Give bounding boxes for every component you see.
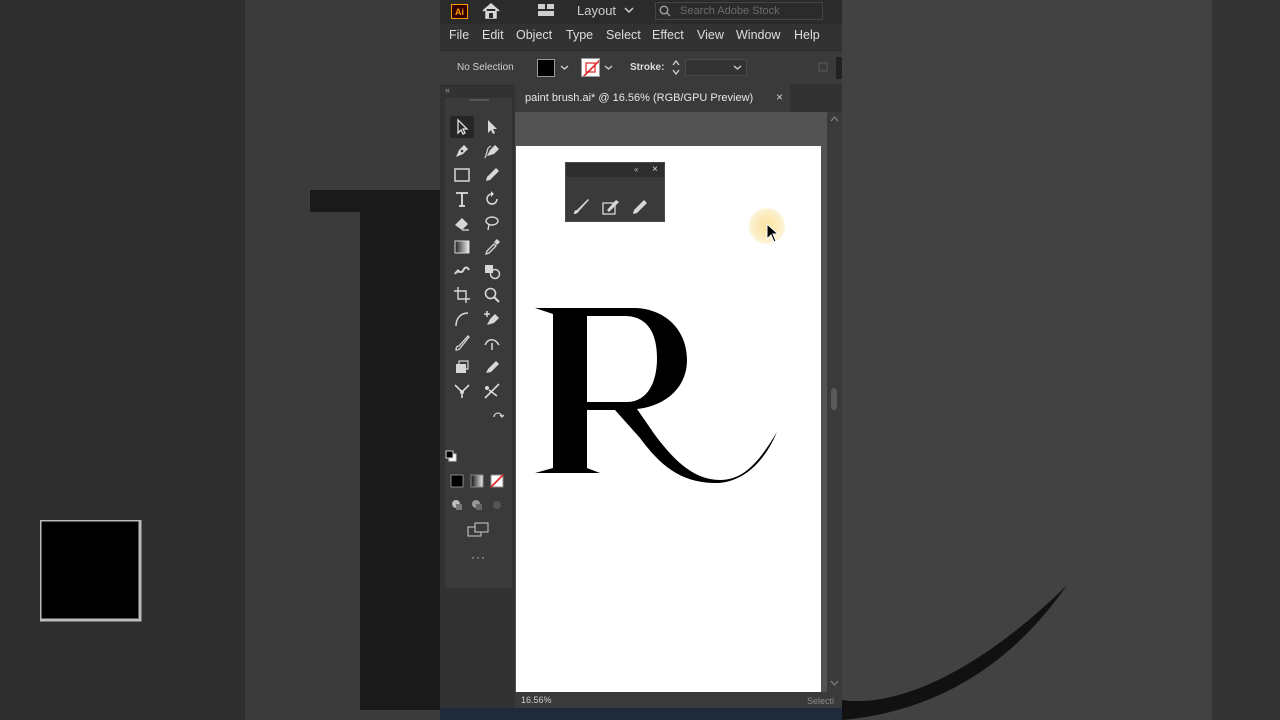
document-tabs: paint brush.ai* @ 16.56% (RGB/GPU Previe… (515, 84, 842, 112)
document-title: paint brush.ai* @ 16.56% (RGB/GPU Previe… (525, 92, 754, 104)
paintbrush-tool-icon[interactable] (450, 332, 474, 354)
paintbrush-icon[interactable] (571, 196, 591, 216)
free-transform-tool-icon[interactable] (450, 356, 474, 378)
zoom-level[interactable]: 16.56% (521, 695, 552, 705)
scissors-tool-icon[interactable] (480, 380, 504, 402)
document-tab[interactable]: paint brush.ai* @ 16.56% (RGB/GPU Previe… (515, 84, 790, 112)
lasso-tool-icon[interactable] (480, 212, 504, 234)
scrollbar-thumb[interactable] (831, 388, 837, 410)
screen-mode-icon[interactable] (467, 522, 489, 538)
menu-view[interactable]: View (697, 28, 724, 42)
gradient-tool-icon[interactable] (450, 236, 474, 258)
mouse-cursor-icon (766, 223, 780, 243)
blob-brush-tool-icon[interactable] (480, 356, 504, 378)
panel-grip (469, 99, 489, 101)
draw-inside-icon[interactable] (490, 498, 504, 512)
symbol-sprayer-tool-icon[interactable] (450, 380, 474, 402)
direct-selection-tool-icon[interactable] (480, 116, 504, 138)
selection-status: No Selection (457, 62, 514, 73)
menu-object[interactable]: Object (516, 28, 552, 42)
arc-tool-icon[interactable] (450, 308, 474, 330)
stroke-weight-stepper[interactable] (671, 58, 681, 77)
toolbar-collapse-icon[interactable]: « (445, 85, 450, 95)
panel-header[interactable]: « × (566, 163, 664, 177)
control-bar-edge (836, 57, 842, 79)
app-bar: Ai Layout Search Adobe Stock (440, 0, 842, 24)
menu-help[interactable]: Help (794, 28, 820, 42)
control-bar: No Selection Stroke: (440, 50, 842, 86)
add-anchor-tool-icon[interactable] (480, 308, 504, 330)
background-strip (1212, 0, 1280, 720)
selection-tool-icon[interactable] (450, 116, 474, 138)
home-icon[interactable] (481, 2, 501, 20)
pen-tool-icon[interactable] (450, 140, 474, 162)
search-icon (659, 5, 671, 17)
fill-swatch[interactable] (537, 59, 555, 77)
menu-bar: File Edit Object Type Select Effect View… (440, 24, 842, 48)
floating-brush-panel: « × (565, 162, 665, 222)
background-blur-left (0, 0, 440, 720)
none-mode-icon[interactable] (490, 474, 504, 488)
curvature-tool-icon[interactable] (480, 140, 504, 162)
none-color-icon (582, 59, 599, 76)
draw-normal-icon[interactable] (450, 498, 464, 512)
background-blur-right (842, 0, 1280, 720)
menu-file[interactable]: File (449, 28, 469, 42)
vertical-scrollbar[interactable] (827, 112, 842, 692)
background-fill-swatch (40, 520, 142, 622)
pencil-tool-icon[interactable] (480, 164, 504, 186)
close-tab-icon[interactable]: × (776, 90, 783, 104)
close-panel-icon[interactable]: × (652, 164, 658, 175)
zoom-tool-icon[interactable] (480, 284, 504, 306)
menu-type[interactable]: Type (566, 28, 593, 42)
rotate-tool-icon[interactable] (480, 188, 504, 210)
stock-search-field[interactable]: Search Adobe Stock (655, 2, 823, 20)
artboard-tool-icon[interactable] (450, 284, 474, 306)
rectangle-tool-icon[interactable] (450, 164, 474, 186)
gradient-mode-icon[interactable] (470, 474, 484, 488)
width-tool-icon[interactable] (480, 332, 504, 354)
letter-r-artwork[interactable] (515, 290, 785, 500)
os-taskbar (440, 708, 842, 720)
chevron-down-icon[interactable] (624, 6, 634, 14)
expand-icon[interactable] (818, 62, 828, 72)
eyedropper-tool-icon[interactable] (480, 236, 504, 258)
chevron-down-icon[interactable] (560, 64, 569, 71)
draw-behind-icon[interactable] (470, 498, 484, 512)
eraser-tool-icon[interactable] (450, 212, 474, 234)
app-logo: Ai (451, 4, 468, 19)
default-colors-icon[interactable] (445, 450, 457, 462)
status-tool: Selecti (807, 696, 835, 706)
menu-select[interactable]: Select (606, 28, 641, 42)
background-brush-stroke (842, 585, 1067, 720)
stroke-swatch[interactable] (581, 58, 600, 77)
workspace-switcher[interactable]: Layout (577, 3, 616, 18)
chevron-down-icon[interactable] (733, 64, 742, 71)
arrange-documents-icon[interactable] (538, 4, 554, 16)
edit-toolbar-icon[interactable]: ··· (471, 550, 486, 564)
menu-window[interactable]: Window (736, 28, 780, 42)
background-letter-r (310, 190, 440, 710)
chevron-down-icon[interactable] (604, 64, 613, 71)
stroke-label[interactable]: Stroke: (630, 62, 664, 73)
blob-brush-icon[interactable] (601, 196, 621, 216)
scroll-down-icon[interactable] (830, 680, 839, 686)
puppet-warp-tool-icon[interactable] (450, 260, 474, 282)
pencil-icon[interactable] (630, 196, 650, 216)
menu-edit[interactable]: Edit (482, 28, 504, 42)
tools-panel: ··· (445, 98, 512, 588)
color-mode-icon[interactable] (450, 474, 464, 488)
scroll-up-icon[interactable] (830, 116, 839, 122)
menu-effect[interactable]: Effect (652, 28, 684, 42)
shape-builder-tool-icon[interactable] (480, 260, 504, 282)
type-tool-icon[interactable] (450, 188, 474, 210)
swap-colors-icon[interactable] (492, 411, 504, 423)
search-placeholder: Search Adobe Stock (680, 5, 780, 17)
collapse-panel-icon[interactable]: « (634, 165, 638, 174)
